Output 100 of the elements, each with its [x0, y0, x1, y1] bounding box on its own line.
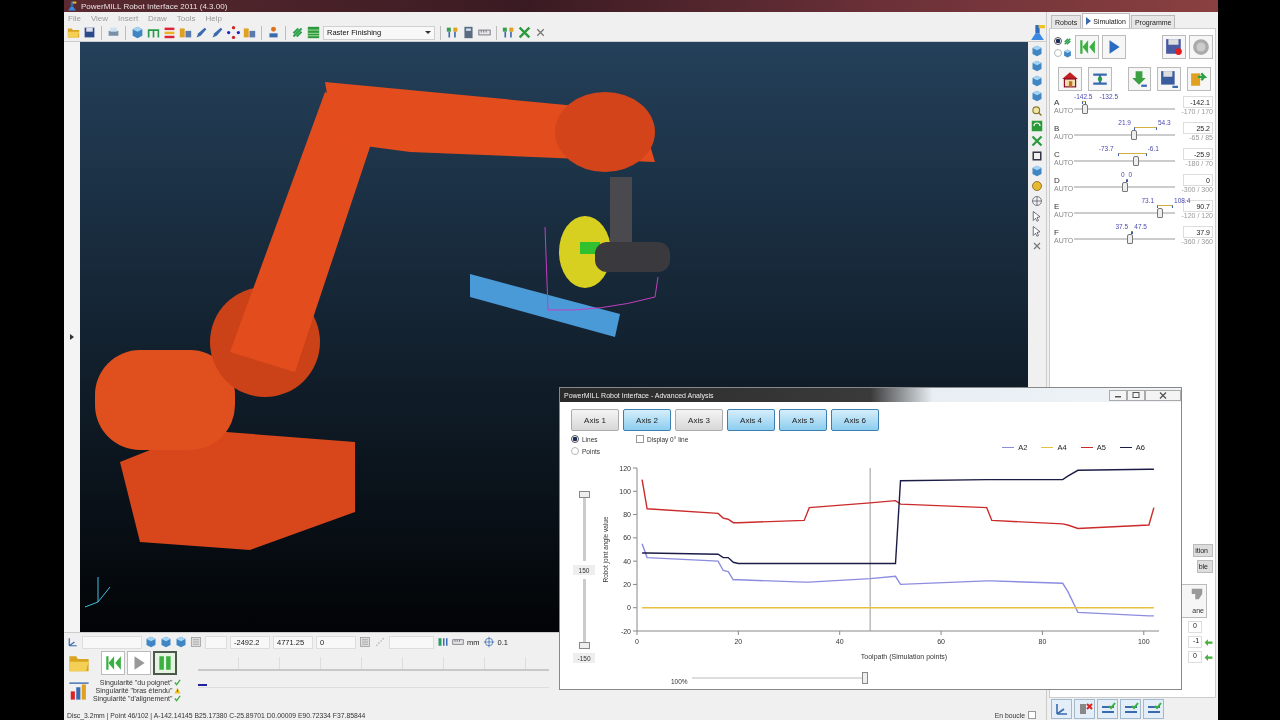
sphere-icon[interactable] — [1031, 180, 1043, 192]
rewind-icon — [104, 654, 122, 672]
home-button[interactable] — [1058, 67, 1082, 91]
robot-icon[interactable] — [1029, 24, 1046, 41]
bars-icon[interactable] — [437, 636, 449, 648]
cube-icon[interactable] — [145, 636, 157, 648]
cube-icon[interactable] — [1031, 45, 1043, 57]
axis-letter: E — [1054, 201, 1061, 211]
printer-icon[interactable] — [107, 26, 120, 39]
blocks-icon[interactable] — [179, 26, 192, 39]
blocks-icon[interactable] — [243, 26, 256, 39]
cube-icon[interactable] — [160, 636, 172, 648]
pipe-icon[interactable] — [147, 26, 160, 39]
input-field[interactable] — [389, 635, 434, 649]
crosshair-icon[interactable] — [482, 636, 495, 648]
cube-icon[interactable] — [131, 26, 144, 39]
slider-thumb[interactable] — [1157, 208, 1164, 218]
dots-icon[interactable] — [227, 26, 240, 39]
check-button[interactable] — [1097, 699, 1118, 719]
pause-button[interactable] — [153, 651, 177, 675]
ruler-icon[interactable] — [452, 636, 464, 648]
stop-icon — [1192, 38, 1210, 56]
close-button[interactable] — [1145, 389, 1181, 401]
cube-icon[interactable] — [1031, 75, 1043, 87]
slider-thumb[interactable] — [1081, 104, 1088, 114]
close-icon — [1159, 391, 1167, 399]
calculator-icon[interactable] — [462, 26, 475, 39]
home-icon — [1060, 70, 1079, 88]
slider-thumb[interactable] — [1132, 156, 1139, 166]
range-bar — [1156, 205, 1173, 208]
input-field[interactable] — [205, 635, 227, 649]
pen-icon[interactable] — [195, 26, 208, 39]
slider-thumb[interactable] — [1131, 130, 1138, 140]
cube-icon — [1063, 48, 1072, 58]
rewind-button[interactable] — [101, 651, 125, 675]
maximize-button[interactable] — [1127, 389, 1145, 401]
cube-icon[interactable] — [1031, 60, 1043, 72]
mode-radio[interactable] — [1054, 37, 1062, 45]
range-bar — [1130, 231, 1134, 234]
axis-button[interactable]: Axis 5 — [779, 409, 827, 431]
grid-icon[interactable] — [307, 26, 320, 39]
stripes-icon[interactable] — [291, 26, 304, 39]
slider-thumb[interactable] — [1126, 234, 1133, 244]
pen-icon[interactable] — [211, 26, 224, 39]
axis-button[interactable]: Axis 6 — [831, 409, 879, 431]
zoom-icon[interactable] — [1031, 105, 1043, 117]
slider-thumb[interactable] — [578, 491, 590, 498]
axis-button[interactable]: Axis 4 — [727, 409, 775, 431]
save-button[interactable] — [1157, 67, 1182, 91]
check-button[interactable] — [1143, 699, 1164, 719]
loop-checkbox[interactable] — [1028, 711, 1036, 719]
square-icon[interactable] — [1031, 150, 1043, 162]
axes-icon[interactable] — [67, 636, 79, 648]
rewind-button[interactable] — [1075, 35, 1099, 59]
cube-icon[interactable] — [175, 636, 187, 648]
minimize-button[interactable] — [1109, 389, 1127, 401]
slider-thumb[interactable] — [861, 672, 868, 684]
range-bar — [1133, 127, 1157, 130]
export-icon — [1190, 70, 1209, 88]
axis-button[interactable]: Axis 3 — [675, 409, 723, 431]
axis-button[interactable]: Axis 2 — [623, 409, 671, 431]
rewind-icon — [1078, 38, 1096, 56]
list-icon[interactable] — [359, 636, 371, 648]
range-bar — [1125, 179, 1128, 182]
axis-button[interactable]: Axis 1 — [571, 409, 619, 431]
mode-radio[interactable] — [571, 435, 579, 443]
person-icon[interactable] — [267, 26, 280, 39]
slider-thumb[interactable] — [578, 642, 590, 649]
axis-letter: F — [1054, 227, 1060, 237]
cursor-icon[interactable] — [1031, 210, 1043, 222]
check-button[interactable] — [1120, 699, 1141, 719]
globe-icon[interactable] — [1031, 195, 1043, 207]
play-button[interactable] — [127, 651, 151, 675]
play-button[interactable] — [1102, 35, 1126, 59]
window-title: PowerMILL Robot Interface 2011 (4.3.00) — [81, 1, 228, 11]
stripes-icon — [1063, 36, 1072, 46]
stripes-icon[interactable] — [163, 26, 176, 39]
close-icon[interactable] — [1031, 240, 1043, 252]
axis-letter: B — [1054, 123, 1061, 133]
save-icon — [1160, 70, 1179, 88]
tool-button[interactable] — [1074, 699, 1095, 719]
close-icon[interactable] — [534, 26, 547, 39]
axes-button[interactable] — [1051, 699, 1072, 719]
zero-line-checkbox[interactable] — [636, 435, 644, 443]
grid-icon[interactable] — [190, 636, 202, 648]
download-icon — [1130, 70, 1149, 88]
download-button[interactable] — [1127, 67, 1152, 91]
export-button[interactable] — [1187, 67, 1211, 91]
cube-icon[interactable] — [1031, 90, 1043, 102]
axis-letter: C — [1054, 149, 1061, 159]
record-button[interactable] — [1162, 35, 1186, 59]
align-button[interactable] — [1087, 67, 1112, 91]
slider-thumb[interactable] — [1121, 182, 1128, 192]
cross-icon[interactable] — [518, 26, 531, 39]
warning-icon — [174, 686, 182, 694]
cursor-icon[interactable] — [1031, 225, 1043, 237]
singularity-marker — [198, 684, 207, 686]
save-icon[interactable] — [83, 26, 96, 39]
ruler-icon[interactable] — [478, 26, 491, 39]
refresh-icon[interactable] — [1031, 120, 1043, 132]
